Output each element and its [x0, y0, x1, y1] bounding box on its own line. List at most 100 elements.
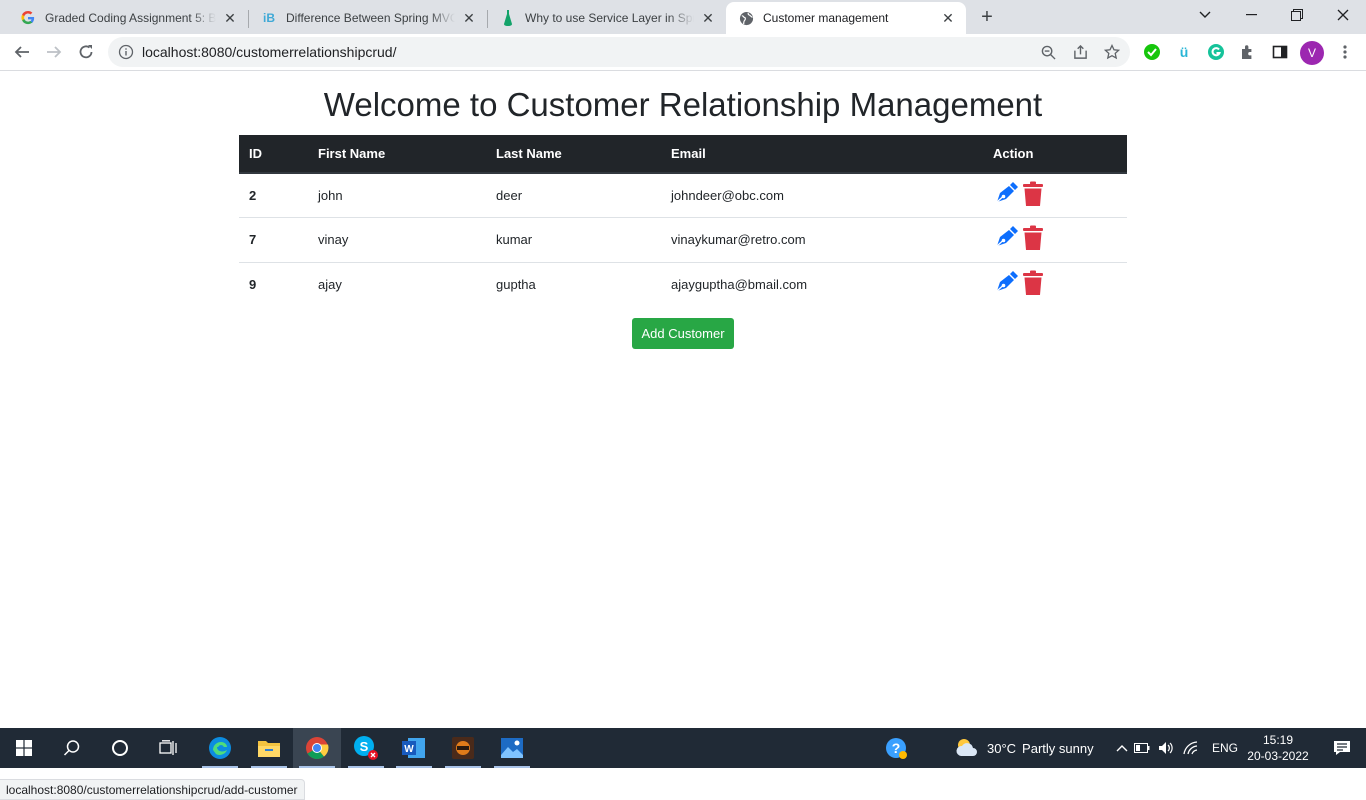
- info-icon[interactable]: [118, 44, 134, 60]
- new-tab-button[interactable]: +: [976, 6, 998, 28]
- photos-icon[interactable]: [488, 728, 536, 768]
- tab-graded-coding[interactable]: Graded Coding Assignment 5: Ba ✕: [8, 2, 248, 34]
- url-text: localhost:8080/customerrelationshipcrud/: [142, 44, 397, 60]
- tab-title: Customer management: [763, 11, 889, 25]
- edit-pen-icon[interactable]: [993, 270, 1019, 299]
- word-icon[interactable]: W: [390, 728, 438, 768]
- windows-taskbar: S W ? 30°C Partly sunny ENG 15:19 20-03-…: [0, 728, 1366, 768]
- cell-first-name: vinay: [308, 217, 486, 263]
- back-button[interactable]: [8, 38, 36, 66]
- tab-title: Graded Coding Assignment 5: Ba: [45, 11, 216, 25]
- weather-description: Partly sunny: [1022, 740, 1094, 756]
- side-panel-icon[interactable]: [1271, 43, 1289, 61]
- edge-icon[interactable]: [196, 728, 244, 768]
- address-bar[interactable]: localhost:8080/customerrelationshipcrud/: [108, 37, 1130, 67]
- cell-email: vinaykumar@retro.com: [661, 217, 983, 263]
- close-icon[interactable]: ✕: [461, 10, 477, 26]
- table-header-row: ID First Name Last Name Email Action: [239, 135, 1127, 174]
- clock-date: 20-03-2022: [1247, 749, 1309, 763]
- language-indicator[interactable]: ENG: [1212, 741, 1238, 755]
- cell-first-name: john: [308, 173, 486, 218]
- close-window-icon[interactable]: [1320, 0, 1366, 30]
- close-icon[interactable]: ✕: [222, 10, 238, 26]
- column-header-last-name: Last Name: [486, 135, 661, 174]
- file-explorer-icon[interactable]: [245, 728, 293, 768]
- zoom-icon[interactable]: [1040, 44, 1056, 60]
- status-bar-link: localhost:8080/customerrelationshipcrud/…: [0, 779, 305, 800]
- delete-trash-icon[interactable]: [1022, 181, 1044, 210]
- globe-icon: [738, 10, 754, 26]
- share-icon[interactable]: [1072, 44, 1088, 60]
- cell-email: ajayguptha@bmail.com: [671, 277, 808, 292]
- tab-title: Why to use Service Layer in Sprin: [525, 11, 694, 25]
- google-icon: [20, 10, 36, 26]
- chrome-icon[interactable]: [293, 728, 341, 768]
- cell-id: 2: [239, 173, 308, 218]
- cell-last-name: deer: [486, 173, 661, 218]
- volume-icon[interactable]: [1154, 741, 1178, 755]
- cell-action: [983, 217, 1127, 263]
- cell-id: 9: [249, 277, 257, 292]
- notifications-icon[interactable]: [1318, 728, 1366, 768]
- extension-green-icon[interactable]: [1143, 43, 1161, 61]
- customer-table: ID First Name Last Name Email Action 2 j…: [239, 135, 1127, 307]
- help-icon[interactable]: ?: [872, 728, 920, 768]
- cell-action: [983, 262, 1127, 307]
- search-icon[interactable]: [48, 728, 96, 768]
- cell-last-name: kumar: [486, 217, 661, 263]
- edit-pen-icon[interactable]: [993, 225, 1019, 254]
- table-row: 7 vinay kumar vinaykumar@retro.com: [239, 217, 1127, 263]
- extension-u-icon[interactable]: ü: [1175, 43, 1193, 61]
- forward-button[interactable]: [40, 38, 68, 66]
- browser-toolbar: localhost:8080/customerrelationshipcrud/…: [0, 34, 1366, 71]
- close-icon[interactable]: ✕: [940, 10, 956, 26]
- start-windows-icon[interactable]: [0, 728, 48, 768]
- system-tray: ENG: [1114, 728, 1238, 768]
- battery-icon[interactable]: [1130, 743, 1154, 753]
- skype-icon[interactable]: S: [342, 728, 390, 768]
- grammarly-icon[interactable]: [1207, 43, 1225, 61]
- extensions-puzzle-icon[interactable]: [1239, 43, 1257, 61]
- clock-time: 15:19: [1262, 733, 1294, 747]
- cell-id: 7: [239, 217, 308, 263]
- tab-customer-management[interactable]: Customer management ✕: [726, 2, 966, 34]
- profile-avatar[interactable]: V: [1300, 41, 1324, 65]
- partly-sunny-icon: [955, 737, 977, 760]
- page-content: Welcome to Customer Relationship Managem…: [0, 72, 1366, 800]
- task-view-icon[interactable]: [144, 728, 192, 768]
- minimize-icon[interactable]: [1228, 0, 1274, 30]
- cortana-icon[interactable]: [96, 728, 144, 768]
- tab-service-layer[interactable]: Why to use Service Layer in Sprin ✕: [488, 2, 726, 34]
- cell-email: johndeer@obc.com: [661, 173, 983, 218]
- column-header-first-name: First Name: [308, 135, 486, 174]
- edit-pen-icon[interactable]: [993, 181, 1019, 210]
- svg-text:?: ?: [892, 740, 901, 756]
- svg-text:W: W: [404, 744, 414, 755]
- weather-widget[interactable]: 30°C Partly sunny: [955, 728, 1094, 768]
- ib-icon: iB: [263, 11, 275, 25]
- tab-strip: Graded Coding Assignment 5: Ba ✕ iB Diff…: [0, 0, 1366, 34]
- close-icon[interactable]: ✕: [700, 10, 716, 26]
- tab-search-icon[interactable]: [1182, 0, 1228, 30]
- table-row: 2 john deer johndeer@obc.com: [239, 173, 1127, 218]
- svg-text:S: S: [360, 739, 369, 754]
- wifi-icon[interactable]: [1178, 741, 1204, 755]
- add-customer-button[interactable]: Add Customer: [632, 318, 734, 349]
- bookmark-star-icon[interactable]: [1104, 44, 1120, 60]
- restore-icon[interactable]: [1274, 0, 1320, 30]
- tab-title: Difference Between Spring MVC a: [286, 11, 455, 25]
- column-header-action: Action: [983, 135, 1127, 174]
- menu-kebab-icon[interactable]: [1336, 43, 1354, 61]
- game-app-icon[interactable]: [439, 728, 487, 768]
- bottle-icon: [500, 10, 516, 26]
- chevron-up-icon[interactable]: [1114, 744, 1130, 752]
- table-row: 9 ajay guptha ajayguptha@bmail.com: [239, 262, 1127, 307]
- cell-action: [983, 173, 1127, 218]
- tab-difference-spring[interactable]: iB Difference Between Spring MVC a ✕: [249, 2, 487, 34]
- delete-trash-icon[interactable]: [1022, 225, 1044, 254]
- clock[interactable]: 15:19 20-03-2022: [1240, 732, 1316, 764]
- delete-trash-icon[interactable]: [1022, 270, 1044, 299]
- cell-last-name: guptha: [496, 277, 536, 292]
- weather-temperature: 30°C: [987, 740, 1017, 756]
- reload-button[interactable]: [72, 38, 100, 66]
